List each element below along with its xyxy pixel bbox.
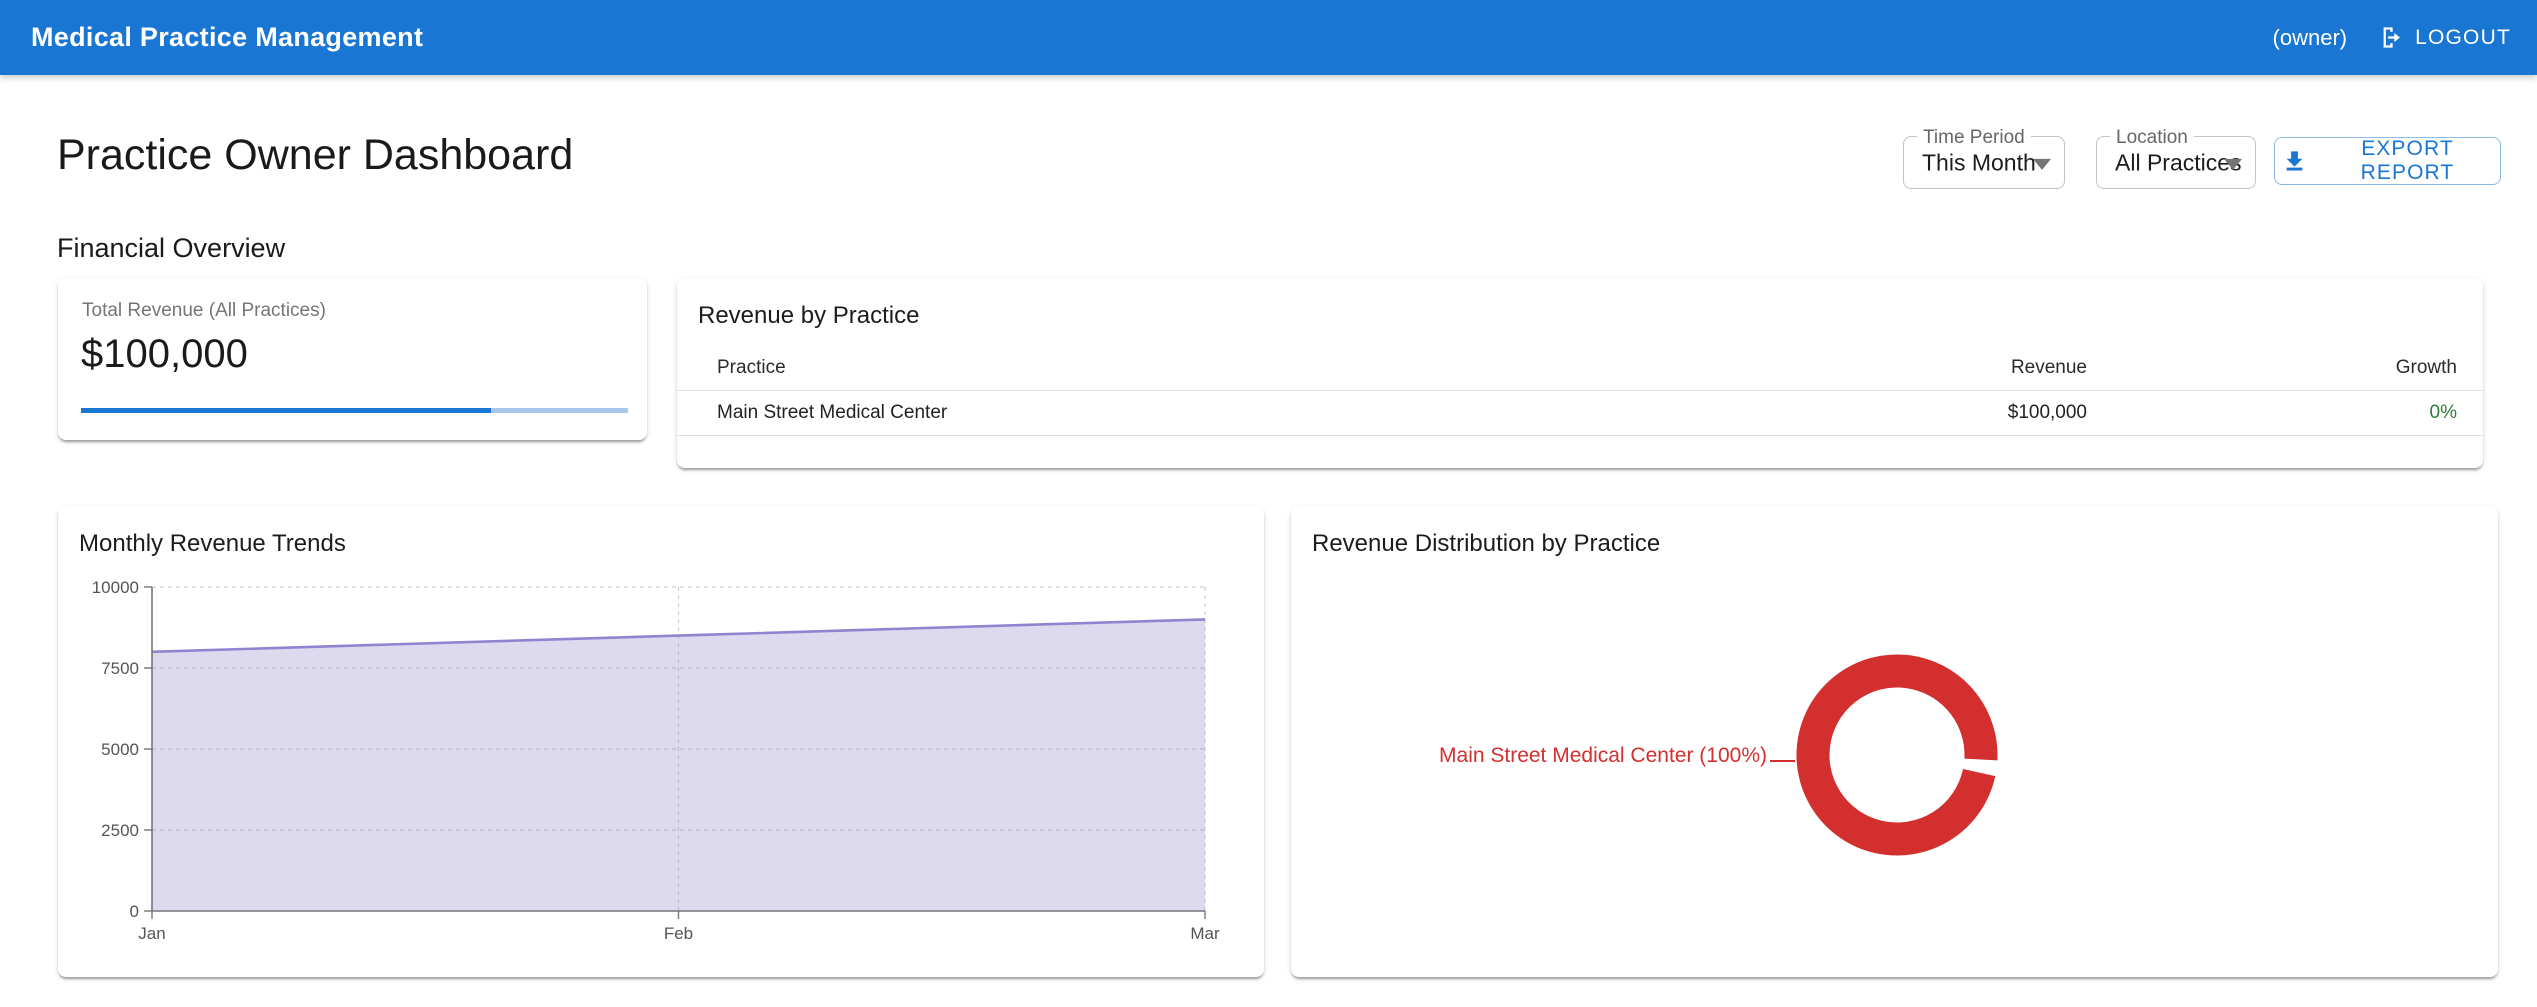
app: Medical Practice Management (owner) LOGO… — [0, 0, 2537, 1007]
user-role-label: (owner) — [2273, 25, 2348, 51]
export-report-button[interactable]: EXPORT REPORT — [2274, 137, 2501, 185]
time-period-select[interactable]: Time Period This Month — [1903, 136, 2065, 189]
chevron-down-icon — [2033, 158, 2051, 169]
app-bar-right: (owner) LOGOUT — [2273, 0, 2515, 75]
revenue-distribution-donut-chart: Main Street Medical Center (100%) — [1291, 546, 2498, 966]
page-title: Practice Owner Dashboard — [57, 131, 573, 180]
logout-icon — [2378, 24, 2405, 51]
app-bar: Medical Practice Management (owner) LOGO… — [0, 0, 2537, 75]
column-header-practice: Practice — [697, 357, 1787, 379]
revenue-table: Practice Revenue Growth Main Street Medi… — [677, 346, 2483, 436]
revenue-by-practice-card: Revenue by Practice Practice Revenue Gro… — [677, 278, 2483, 468]
svg-text:Feb: Feb — [664, 924, 693, 943]
chevron-down-icon — [2224, 158, 2242, 169]
time-period-value: This Month — [1922, 149, 2036, 176]
svg-text:2500: 2500 — [101, 821, 139, 840]
svg-text:Main Street Medical Center (10: Main Street Medical Center (100%) — [1439, 744, 1767, 767]
column-header-revenue: Revenue — [1787, 357, 2087, 379]
download-icon — [2281, 148, 2308, 175]
svg-text:7500: 7500 — [101, 659, 139, 678]
section-title-financial: Financial Overview — [57, 233, 285, 264]
monthly-revenue-area-chart: 0 2500 5000 7500 10000 Jan Feb Mar — [78, 562, 1244, 964]
logout-label: LOGOUT — [2415, 26, 2511, 50]
svg-text:10000: 10000 — [92, 578, 139, 597]
cell-revenue: $100,000 — [1787, 402, 2087, 424]
revenue-distribution-card: Revenue Distribution by Practice Main St… — [1291, 506, 2498, 977]
svg-text:Mar: Mar — [1190, 924, 1220, 943]
svg-text:0: 0 — [130, 902, 139, 921]
revenue-progress-fill — [81, 408, 491, 413]
table-header-row: Practice Revenue Growth — [677, 346, 2483, 391]
logout-button[interactable]: LOGOUT — [2374, 18, 2515, 57]
revenue-table-title: Revenue by Practice — [698, 302, 919, 330]
total-revenue-card: Total Revenue (All Practices) $100,000 — [58, 278, 647, 440]
location-value: All Practices — [2115, 149, 2242, 176]
cell-growth: 0% — [2087, 402, 2457, 424]
column-header-growth: Growth — [2087, 357, 2457, 379]
location-select[interactable]: Location All Practices — [2096, 136, 2256, 189]
monthly-revenue-trends-card: Monthly Revenue Trends 0 2500 5000 7500 1000… — [58, 506, 1264, 977]
app-title: Medical Practice Management — [31, 22, 423, 53]
export-report-label: EXPORT REPORT — [2321, 137, 2494, 185]
trend-chart-title: Monthly Revenue Trends — [79, 530, 346, 558]
svg-text:5000: 5000 — [101, 740, 139, 759]
time-period-label: Time Period — [1917, 127, 2031, 149]
svg-text:Jan: Jan — [138, 924, 165, 943]
total-revenue-label: Total Revenue (All Practices) — [82, 300, 326, 322]
cell-practice: Main Street Medical Center — [697, 402, 1787, 424]
revenue-progress-bar — [81, 408, 628, 413]
location-label: Location — [2110, 127, 2194, 149]
table-row: Main Street Medical Center $100,000 0% — [677, 391, 2483, 436]
total-revenue-value: $100,000 — [81, 332, 248, 377]
